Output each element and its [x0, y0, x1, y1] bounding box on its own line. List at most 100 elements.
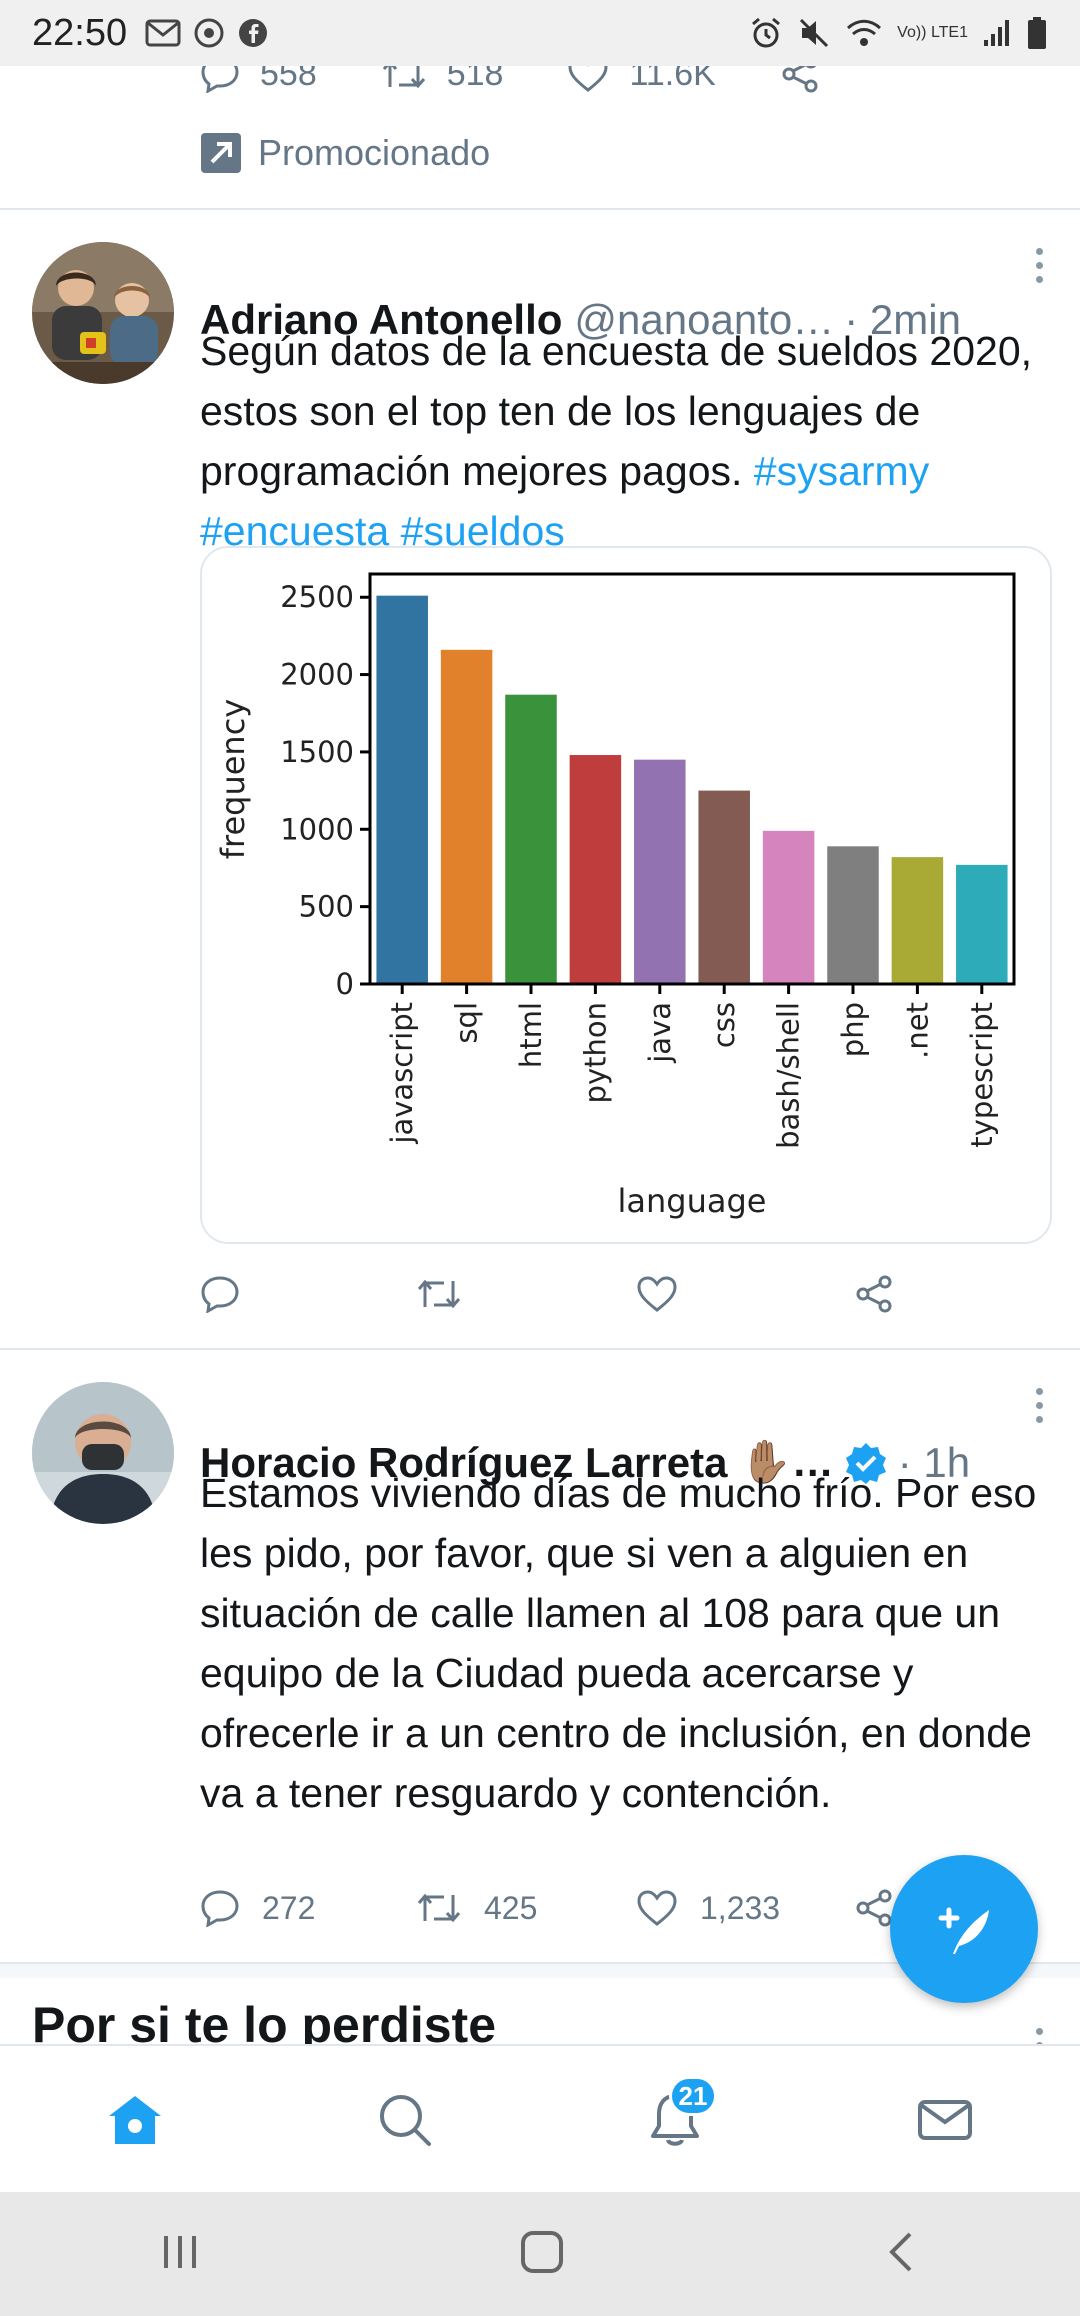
x-tick-label: typescript [965, 1002, 999, 1148]
home-system-button[interactable] [519, 2229, 565, 2280]
chart-bars [376, 595, 1008, 984]
like-button[interactable]: 1,233 [636, 1889, 854, 1927]
bar-java [634, 759, 686, 984]
y-axis: 0 500 1000 1500 2000 2500 [280, 580, 370, 1001]
x-tick-label: javascript [385, 1002, 419, 1145]
y-tick-label: 1500 [280, 735, 354, 769]
nav-home[interactable] [85, 2070, 185, 2170]
more-options-button[interactable] [1034, 248, 1044, 283]
share-button[interactable] [854, 1274, 894, 1314]
retweet-button[interactable]: 425 [416, 1890, 636, 1927]
share-button[interactable] [780, 66, 820, 94]
x-tick-label: bash/shell [772, 1002, 806, 1149]
y-tick-label: 2500 [280, 580, 354, 614]
y-tick-label: 500 [299, 890, 354, 924]
x-tick-label: java [643, 1002, 677, 1064]
avatar[interactable] [32, 242, 174, 384]
mail-icon [918, 2100, 972, 2140]
nav-notifications[interactable]: 21 [625, 2070, 725, 2170]
x-tick-label: .net [900, 1002, 934, 1059]
avatar-image [32, 242, 174, 384]
y-tick-label: 2000 [280, 658, 354, 692]
timeline-feed[interactable]: 558 518 11.6K Promocionado Adriano Anton… [0, 66, 1080, 2044]
bar-css [698, 790, 750, 984]
like-count: 11.6K [629, 66, 716, 93]
share-button[interactable] [854, 1888, 894, 1928]
gmail-icon [145, 19, 181, 47]
search-icon [380, 2095, 431, 2146]
dot-icon [1035, 276, 1043, 283]
heart-icon [568, 66, 608, 92]
promoted-label: Promocionado [200, 132, 490, 174]
nav-search[interactable] [355, 2070, 455, 2170]
more-options-button[interactable] [1034, 2028, 1044, 2044]
bar-bashshell [762, 830, 815, 984]
reply-button[interactable] [200, 1275, 416, 1313]
x-tick-label: php [836, 1002, 870, 1057]
like-button[interactable] [636, 1275, 854, 1313]
x-tick-label: python [578, 1002, 612, 1103]
bar-php [827, 846, 879, 984]
recent-apps-button[interactable] [158, 2230, 202, 2279]
facebook-icon [239, 19, 268, 47]
chrome-icon [194, 18, 224, 48]
avatar[interactable] [32, 1382, 174, 1524]
retweet-button[interactable]: 518 [381, 66, 504, 94]
status-bar: 22:50 Vo)) LTE1 [0, 0, 1080, 66]
alarm-icon [752, 17, 781, 48]
notifications-badge: 21 [669, 2076, 717, 2116]
dot-icon [1035, 2028, 1043, 2035]
bar-chart: 0 500 1000 1500 2000 2500 javascript sql html py… [214, 572, 1016, 1220]
x-tick-label: html [514, 1002, 548, 1068]
reply-icon [201, 1276, 239, 1313]
network-label: Vo)) LTE1 [897, 24, 968, 41]
tweet-text: Según datos de la encuesta de sueldos 20… [200, 321, 1055, 561]
reply-count: 558 [260, 66, 317, 93]
retweet-icon [417, 1279, 461, 1309]
system-navigation-bar [0, 2192, 1080, 2316]
hashtag-link[interactable]: #sysarmy [754, 448, 929, 494]
x-axis: javascript sql html python java css bash/shell… [385, 984, 999, 1149]
notification-icons [145, 17, 269, 49]
battery-icon [1028, 17, 1046, 49]
more-options-button[interactable] [1034, 1388, 1044, 1423]
recent-apps-icon [164, 2235, 197, 2268]
back-chevron-icon [888, 2232, 912, 2271]
tweet-text: Estamos viviendo días de mucho frío. Por… [200, 1470, 1037, 1816]
retweet-icon [382, 66, 425, 89]
section-title: Por si te lo perdiste [32, 1997, 497, 2044]
retweet-icon [417, 1893, 461, 1923]
dot-icon [1035, 262, 1043, 269]
reply-icon [201, 66, 239, 93]
x-tick-label: css [707, 1002, 741, 1048]
y-tick-label: 1000 [280, 812, 354, 846]
x-tick-label: sql [450, 1002, 484, 1044]
previous-tweet-actions: 558 518 11.6K [200, 66, 884, 94]
retweet-button[interactable] [416, 1277, 636, 1311]
dot-icon [1035, 1416, 1043, 1423]
retweet-count: 518 [446, 66, 504, 93]
dot-icon [1035, 1388, 1043, 1395]
home-icon [109, 2096, 161, 2144]
system-status-icons: Vo)) LTE1 [749, 16, 1048, 50]
tweet-actions [200, 1274, 1020, 1314]
avatar-image [32, 1382, 174, 1524]
bar-javascript [376, 595, 428, 984]
reply-button[interactable]: 558 [200, 66, 317, 94]
signal-icon [984, 20, 1009, 46]
y-axis-label: frequency [214, 699, 252, 860]
like-button[interactable]: 11.6K [567, 66, 716, 94]
compose-tweet-button[interactable] [890, 1855, 1038, 2003]
bar-html [505, 694, 557, 984]
reply-icon [201, 1890, 239, 1927]
bar-sql [440, 649, 493, 984]
heart-icon [637, 1890, 677, 1926]
y-tick-label: 0 [336, 967, 354, 1001]
dot-icon [1035, 1402, 1043, 1409]
reply-button[interactable]: 272 [200, 1889, 416, 1927]
heart-icon [637, 1276, 677, 1312]
tweet-media-chart[interactable]: 0 500 1000 1500 2000 2500 javascript sql html py… [200, 546, 1052, 1244]
x-axis-label: language [618, 1182, 767, 1220]
back-button[interactable] [882, 2230, 922, 2279]
nav-messages[interactable] [895, 2070, 995, 2170]
